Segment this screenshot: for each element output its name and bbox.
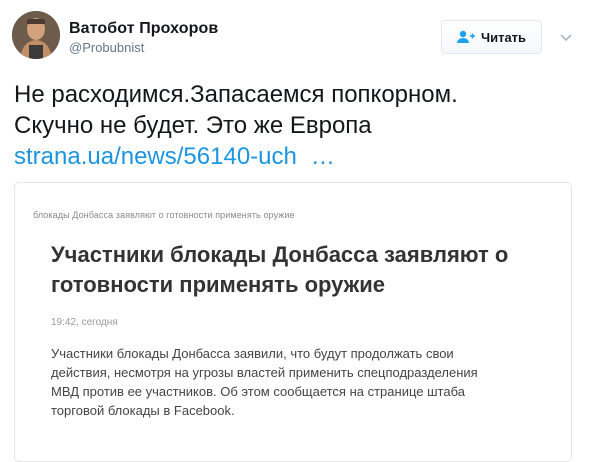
chevron-down-icon bbox=[560, 29, 572, 47]
avatar[interactable] bbox=[12, 11, 60, 59]
add-user-icon bbox=[456, 30, 475, 44]
user-handle[interactable]: @Probubnist bbox=[69, 40, 144, 55]
more-options-button[interactable] bbox=[556, 28, 576, 48]
tweet-line: Скучно не будет. Это же Европа bbox=[14, 112, 372, 139]
follow-button[interactable]: Читать bbox=[441, 20, 542, 54]
card-body-line: торговой блокады в Facebook. bbox=[51, 403, 235, 418]
tweet-line: Не расходимся.Запасаемся попкорном. bbox=[14, 81, 458, 108]
card-title: Участники блокады Донбасса заявляют о го… bbox=[51, 242, 509, 297]
card-breadcrumb: блокады Донбасса заявляют о готовности п… bbox=[33, 210, 295, 220]
display-name[interactable]: Ватобот Прохоров bbox=[69, 20, 218, 38]
card-body-line: Участники блокады Донбасса заявили, что … bbox=[51, 346, 454, 361]
card-body-line: действия, несмотря на угрозы властей при… bbox=[51, 365, 478, 380]
link-preview-card[interactable]: блокады Донбасса заявляют о готовности п… bbox=[14, 182, 572, 462]
follow-button-label: Читать bbox=[480, 29, 527, 45]
card-body-line: МВД против ее участников. Об этом сообща… bbox=[51, 384, 465, 399]
tweet-text: Не расходимся.Запасаемся попкорном. Скуч… bbox=[14, 79, 574, 172]
card-timestamp: 19:42, сегодня bbox=[51, 317, 118, 328]
link-ellipsis: … bbox=[310, 143, 335, 170]
card-body: Участники блокады Донбасса заявили, что … bbox=[51, 344, 551, 420]
profile-photo bbox=[12, 11, 60, 59]
tweet-link[interactable]: strana.ua/news/56140-uch bbox=[14, 143, 297, 170]
